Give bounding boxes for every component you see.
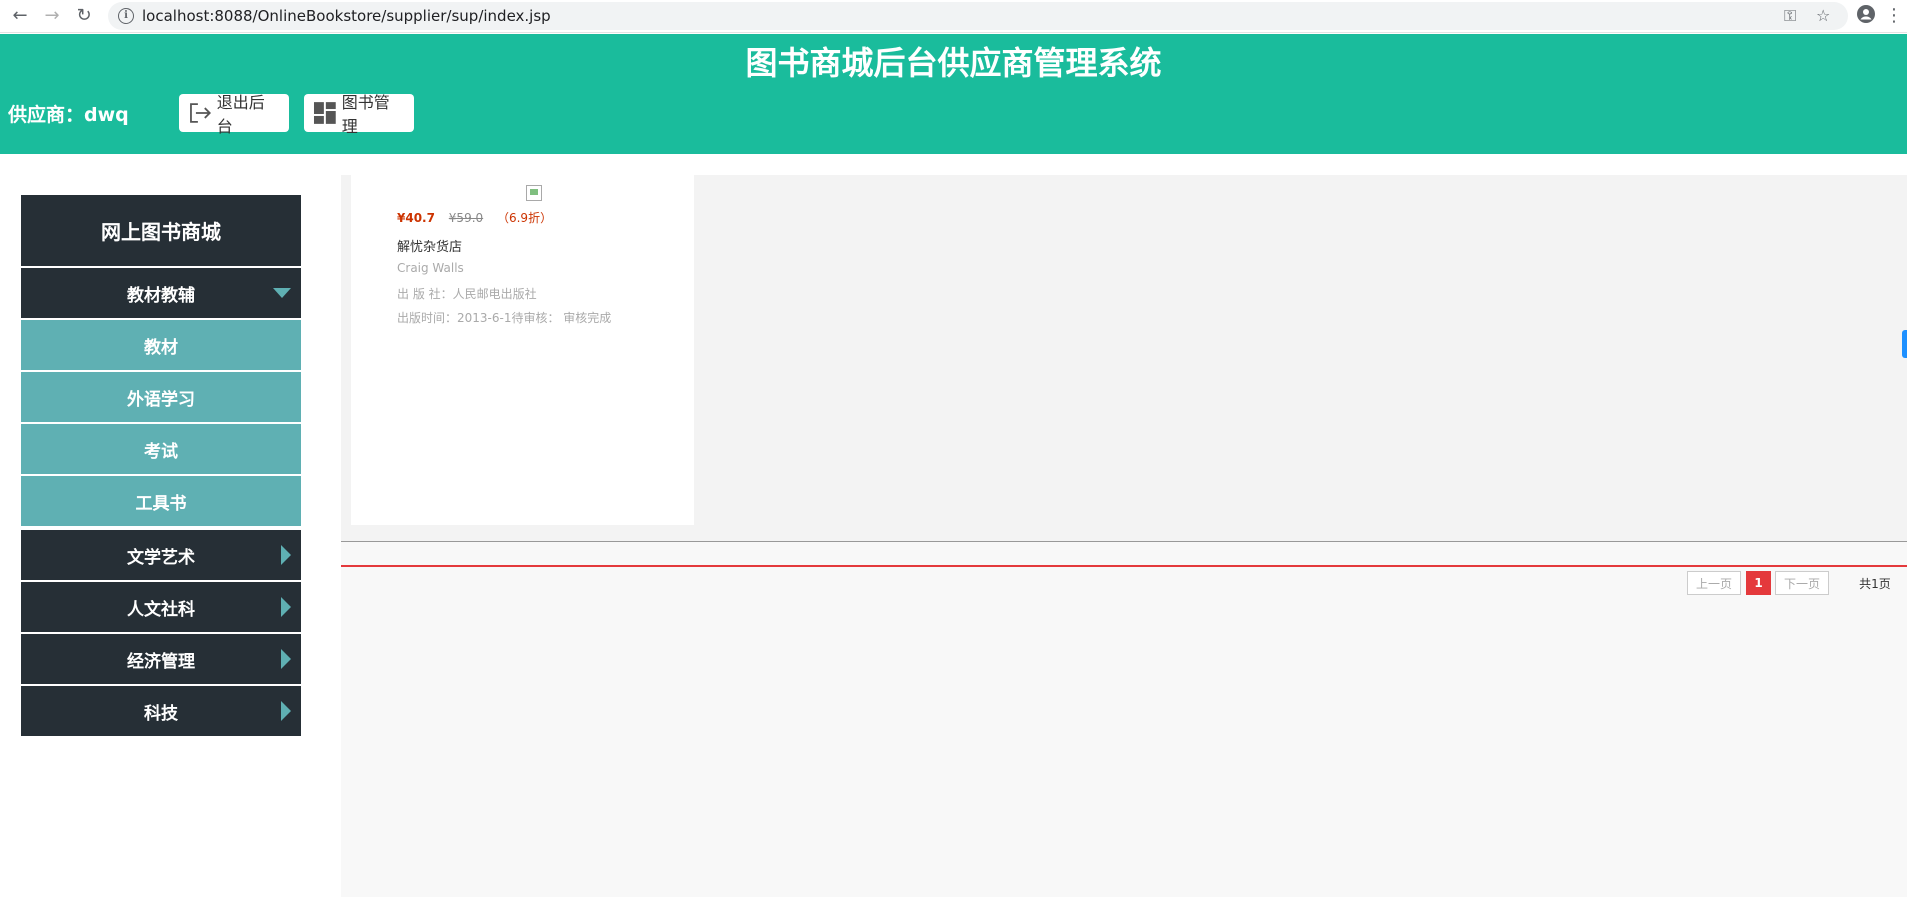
book-title[interactable]: 解忧杂货店 [397, 236, 462, 255]
discount-label: （6.9折） [496, 211, 553, 225]
browser-toolbar: ← → ↻ i localhost:8088/OnlineBookstore/s… [0, 0, 1907, 33]
sidebar-category-textbooks[interactable]: 教材教辅 [21, 268, 301, 318]
red-divider [341, 565, 1907, 567]
sidebar-subitem-label: 工具书 [135, 493, 187, 514]
bookmark-star-icon[interactable]: ☆ [1816, 6, 1830, 25]
sidebar-category-technology[interactable]: 科技 [21, 686, 301, 736]
current-price: ¥40.7 [397, 211, 435, 225]
page-header: 图书商城后台供应商管理系统 供应商：dwq 退出后台 图书管理 [0, 34, 1907, 154]
browser-menu-icon[interactable]: ⋮ [1882, 4, 1906, 28]
sidebar-category-label: 文学艺术 [127, 547, 195, 568]
category-sidebar: 网上图书商城 教材教辅 教材 外语学习 考试 工具书 文学艺术 人文社科 经济管… [21, 195, 301, 736]
triangle-down-icon [273, 288, 291, 298]
supplier-name: 供应商：dwq [8, 104, 129, 126]
back-icon[interactable]: ← [8, 4, 32, 28]
sidebar-title: 网上图书商城 [21, 195, 301, 266]
site-info-icon[interactable]: i [118, 8, 134, 24]
triangle-right-icon [281, 649, 291, 669]
book-author[interactable]: Craig Walls [397, 261, 464, 275]
original-price: ¥59.0 [448, 211, 484, 225]
sidebar-subitem-foreign-language[interactable]: 外语学习 [21, 372, 301, 422]
sidebar-category-humanities[interactable]: 人文社科 [21, 582, 301, 632]
triangle-right-icon [281, 545, 291, 565]
sidebar-subitem-reference[interactable]: 工具书 [21, 476, 301, 526]
sidebar-subitem-label: 考试 [144, 441, 178, 462]
sidebar-category-label: 教材教辅 [127, 285, 195, 306]
sidebar-subitem-exam[interactable]: 考试 [21, 424, 301, 474]
reload-icon[interactable]: ↻ [72, 4, 96, 28]
sidebar-subitem-textbook[interactable]: 教材 [21, 320, 301, 370]
next-page-button[interactable]: 下一页 [1775, 571, 1829, 595]
divider [341, 541, 1907, 542]
price-line: ¥40.7 ¥59.0 （6.9折） [397, 209, 552, 226]
sidebar-category-label: 科技 [144, 703, 178, 724]
sidebar-category-literature-art[interactable]: 文学艺术 [21, 530, 301, 580]
main-content: ¥40.7 ¥59.0 （6.9折） 解忧杂货店 Craig Walls 出 版… [341, 175, 1907, 897]
key-icon[interactable]: ⚿ [1784, 6, 1796, 26]
book-card[interactable]: ¥40.7 ¥59.0 （6.9折） 解忧杂货店 Craig Walls 出 版… [351, 175, 694, 525]
address-bar[interactable]: i localhost:8088/OnlineBookstore/supplie… [108, 2, 1848, 30]
book-grid: ¥40.7 ¥59.0 （6.9折） 解忧杂货店 Craig Walls 出 版… [341, 175, 1907, 541]
scrollbar-thumb[interactable] [1902, 330, 1907, 358]
sidebar-subitem-label: 外语学习 [127, 389, 195, 410]
dashboard-grid-icon [313, 102, 336, 124]
sidebar-category-economics[interactable]: 经济管理 [21, 634, 301, 684]
page-number-button[interactable]: 1 [1746, 571, 1771, 595]
sidebar-category-label: 经济管理 [127, 651, 195, 672]
logout-button[interactable]: 退出后台 [179, 93, 289, 136]
book-publisher: 出 版 社：人民邮电出版社 [397, 287, 537, 301]
book-manage-label: 图书管理 [341, 93, 390, 136]
sidebar-category-label: 人文社科 [127, 599, 195, 620]
triangle-right-icon [281, 701, 291, 721]
book-cover-image[interactable] [526, 185, 542, 201]
url-text[interactable]: localhost:8088/OnlineBookstore/supplier/… [142, 7, 551, 25]
logout-icon [190, 103, 212, 123]
prev-page-button[interactable]: 上一页 [1687, 571, 1741, 595]
sidebar-subitem-label: 教材 [144, 337, 178, 358]
total-pages-label: 共1页 [1859, 576, 1891, 591]
logout-label: 退出后台 [216, 93, 265, 136]
page-title: 图书商城后台供应商管理系统 [745, 44, 1162, 82]
forward-icon[interactable]: → [40, 4, 64, 28]
book-manage-button[interactable]: 图书管理 [304, 93, 414, 136]
profile-avatar-icon[interactable] [1854, 4, 1878, 28]
triangle-right-icon [281, 597, 291, 617]
book-date-status: 出版时间：2013-6-1待审核： 审核完成 [397, 311, 612, 325]
